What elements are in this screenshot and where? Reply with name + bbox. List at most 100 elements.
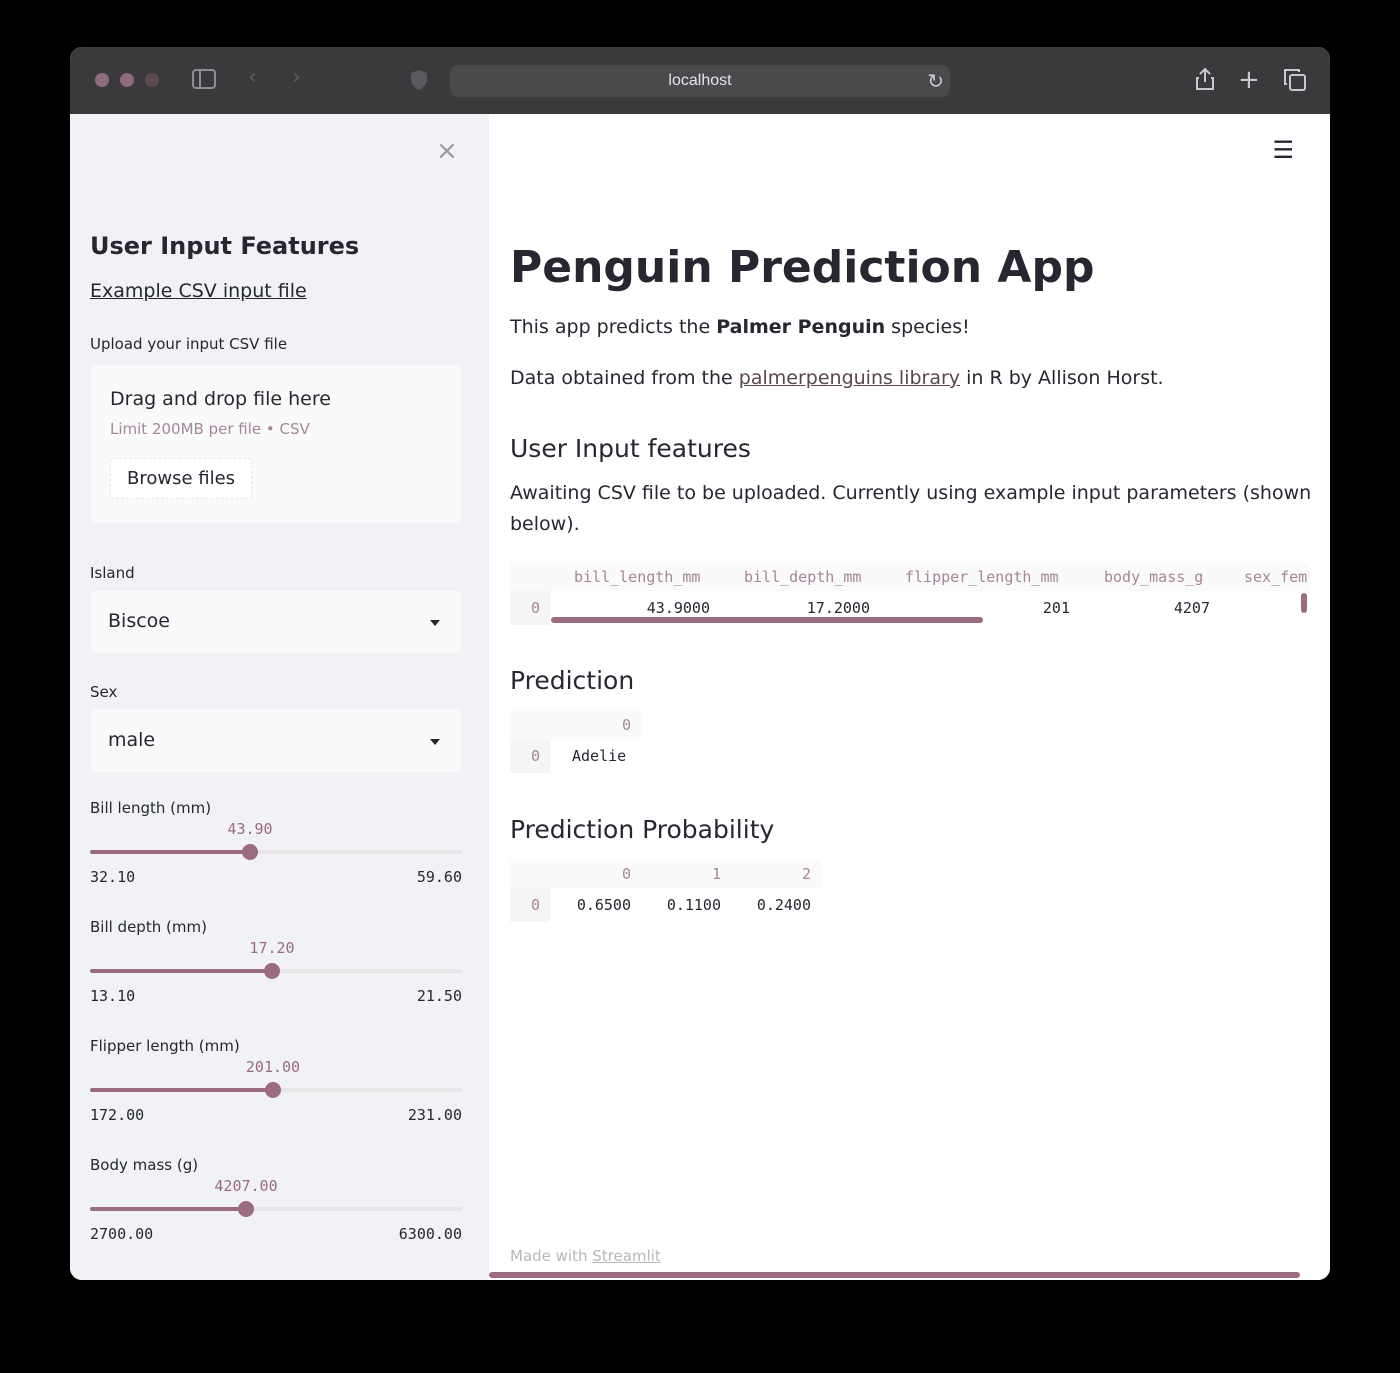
file-uploader[interactable]: Drag and drop file here Limit 200MB per … xyxy=(90,366,462,522)
window-maximize-button[interactable] xyxy=(145,73,159,87)
url-text: localhost xyxy=(668,72,732,89)
footer-pre: Made with xyxy=(510,1247,593,1265)
close-sidebar-icon[interactable]: × xyxy=(436,136,458,166)
intro-bold: Palmer Penguin xyxy=(716,316,886,338)
uploader-main-text: Drag and drop file here xyxy=(110,388,331,410)
slider-track[interactable] xyxy=(90,1201,462,1217)
column-header: body_mass_g xyxy=(1104,568,1204,586)
slider-track[interactable] xyxy=(90,844,462,860)
table-cell: 0.2400 xyxy=(756,896,811,914)
slider-label: Bill length (mm) xyxy=(90,799,212,817)
browse-files-button[interactable]: Browse files xyxy=(110,458,253,499)
column-header: 0 xyxy=(621,865,631,883)
index-column xyxy=(510,591,550,625)
reload-icon[interactable]: ↻ xyxy=(927,69,944,93)
vertical-scrollbar[interactable] xyxy=(1301,593,1307,613)
slider-min: 13.10 xyxy=(90,987,136,1005)
awaiting-text-line2: below). xyxy=(510,513,580,535)
address-bar[interactable]: localhost ↻ xyxy=(450,65,950,97)
column-header: 1 xyxy=(711,865,721,883)
prediction-heading: Prediction xyxy=(510,666,635,695)
intro-post: species! xyxy=(885,316,970,338)
sidebar-title: User Input Features xyxy=(90,232,360,260)
intro-pre: This app predicts the xyxy=(510,316,717,338)
table-cell: 17.2000 xyxy=(806,599,870,617)
probability-dataframe[interactable]: 0 1 2 0 0.6500 0.1100 0.2400 xyxy=(510,860,821,922)
slider-thumb[interactable] xyxy=(238,1201,254,1217)
data-source-pre: Data obtained from the xyxy=(510,367,739,389)
prediction-value: Adelie xyxy=(572,747,627,765)
row-index: 0 xyxy=(531,896,541,914)
chevron-down-icon xyxy=(430,620,440,626)
chevron-down-icon xyxy=(430,739,440,745)
data-source-text: Data obtained from the palmerpenguins li… xyxy=(510,367,1164,389)
shield-icon[interactable] xyxy=(410,69,428,96)
footer: Made with Streamlit xyxy=(510,1247,661,1265)
column-header: bill_depth_mm xyxy=(744,568,862,586)
sex-select-value: male xyxy=(108,729,156,751)
slider-thumb[interactable] xyxy=(242,844,258,860)
slider-label: Flipper length (mm) xyxy=(90,1037,240,1055)
intro-text: This app predicts the Palmer Penguin spe… xyxy=(510,316,970,338)
slider-min: 172.00 xyxy=(90,1106,145,1124)
forward-icon[interactable]: › xyxy=(292,67,301,89)
column-header: 0 xyxy=(621,716,631,734)
column-header: 2 xyxy=(801,865,811,883)
slider-value: 4207.00 xyxy=(214,1177,278,1195)
sidebar: × User Input Features Example CSV input … xyxy=(70,114,489,1280)
uploader-limit-text: Limit 200MB per file • CSV xyxy=(110,420,310,438)
example-csv-link[interactable]: Example CSV input file xyxy=(90,280,307,302)
input-features-heading: User Input features xyxy=(510,434,751,463)
table-cell: 201 xyxy=(1042,599,1070,617)
slider-max: 59.60 xyxy=(416,868,462,886)
input-features-dataframe[interactable]: bill_length_mm bill_depth_mm flipper_len… xyxy=(510,563,1309,625)
slider-value: 17.20 xyxy=(249,939,295,957)
column-header: sex_fem xyxy=(1244,568,1308,586)
share-icon[interactable] xyxy=(1195,67,1215,96)
page-horizontal-scrollbar[interactable] xyxy=(489,1272,1300,1278)
sex-label: Sex xyxy=(90,683,118,701)
slider-min: 32.10 xyxy=(90,868,136,886)
index-column xyxy=(510,739,550,773)
slider-max: 6300.00 xyxy=(398,1225,462,1243)
table-cell: 0.6500 xyxy=(576,896,631,914)
table-cell: 4207 xyxy=(1173,599,1210,617)
streamlit-link[interactable]: Streamlit xyxy=(592,1247,661,1265)
slider-track[interactable] xyxy=(90,963,462,979)
slider-track[interactable] xyxy=(90,1082,462,1098)
row-index: 0 xyxy=(531,599,541,617)
slider-max: 21.50 xyxy=(416,987,462,1005)
window-minimize-button[interactable] xyxy=(120,73,134,87)
island-select[interactable]: Biscoe xyxy=(90,591,462,653)
slider-fill xyxy=(90,969,272,973)
prediction-dataframe[interactable]: 0 0 Adelie xyxy=(510,711,641,773)
palmerpenguins-link[interactable]: palmerpenguins library xyxy=(739,367,960,389)
menu-icon[interactable]: ☰ xyxy=(1272,136,1294,164)
slider-min: 2700.00 xyxy=(90,1225,154,1243)
bill-depth-slider-group: Bill depth (mm) 17.20 13.10 21.50 xyxy=(90,918,462,1018)
body-mass-slider-group: Body mass (g) 4207.00 2700.00 6300.00 xyxy=(90,1156,462,1256)
window-close-button[interactable] xyxy=(95,73,109,87)
main-content: ☰ Penguin Prediction App This app predic… xyxy=(489,114,1330,1280)
slider-thumb[interactable] xyxy=(265,1082,281,1098)
column-header: bill_length_mm xyxy=(574,568,701,586)
sex-select[interactable]: male xyxy=(90,710,462,772)
table-cell: 0.1100 xyxy=(666,896,721,914)
horizontal-scrollbar[interactable] xyxy=(551,617,983,623)
slider-thumb[interactable] xyxy=(264,963,280,979)
back-icon[interactable]: ‹ xyxy=(248,67,257,89)
browser-window: ‹ › localhost ↻ + × User Input Features … xyxy=(70,47,1330,1280)
column-header: flipper_length_mm xyxy=(905,568,1059,586)
table-cell: 43.9000 xyxy=(646,599,710,617)
bill-length-slider-group: Bill length (mm) 43.90 32.10 59.60 xyxy=(90,799,462,899)
slider-fill xyxy=(90,850,250,854)
browser-titlebar: ‹ › localhost ↻ + xyxy=(70,47,1330,115)
new-tab-icon[interactable]: + xyxy=(1238,67,1260,93)
slider-label: Bill depth (mm) xyxy=(90,918,207,936)
sidebar-toggle-icon[interactable] xyxy=(192,69,216,94)
slider-fill xyxy=(90,1207,246,1211)
slider-value: 43.90 xyxy=(227,820,273,838)
slider-label: Body mass (g) xyxy=(90,1156,199,1174)
tab-overview-icon[interactable] xyxy=(1284,69,1306,96)
flipper-length-slider-group: Flipper length (mm) 201.00 172.00 231.00 xyxy=(90,1037,462,1137)
